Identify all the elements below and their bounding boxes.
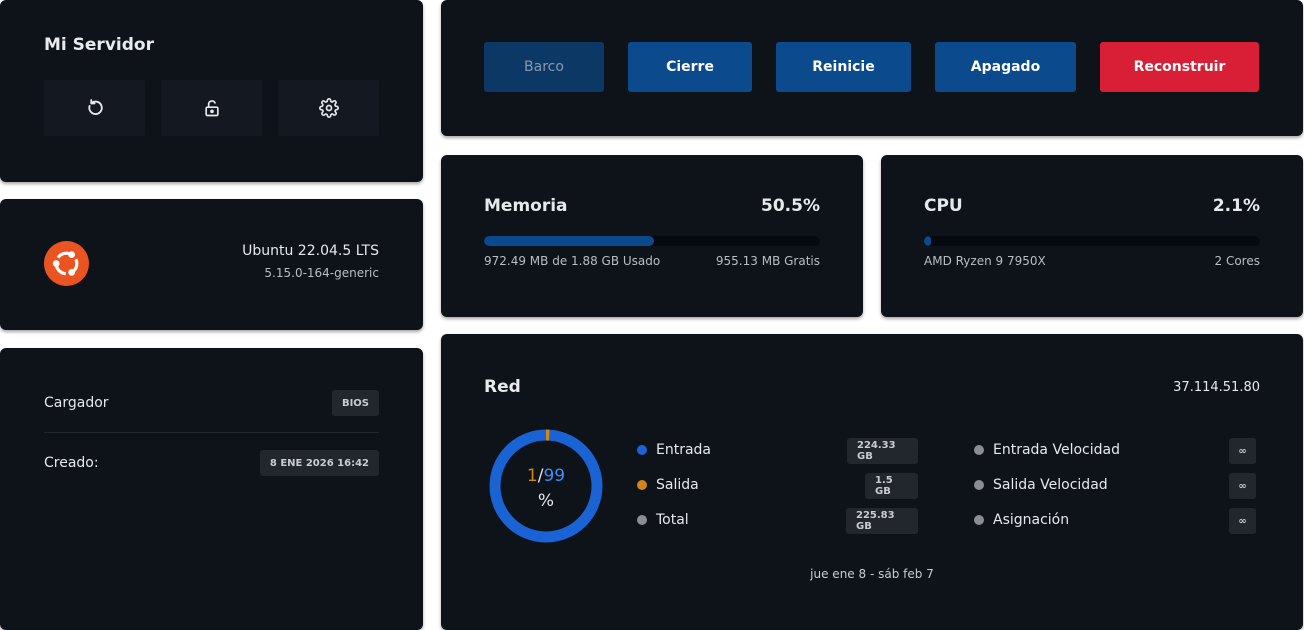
actions-card: Barco Cierre Reinicie Apagado Reconstrui… (441, 0, 1303, 136)
legend-label: Entrada Velocidad (993, 442, 1120, 458)
network-donut (489, 429, 603, 543)
rebuild-button[interactable]: Reconstruir (1100, 42, 1259, 92)
donut-ring (489, 429, 603, 543)
date-range: jue ene 8 - sáb feb 7 (810, 567, 934, 581)
restart-icon (87, 99, 103, 115)
entrada-velocidad-value: ∞ (1229, 438, 1256, 464)
cpu-card: CPU 2.1% AMD Ryzen 9 7950X 2 Cores (881, 155, 1303, 317)
legend-label: Asignación (993, 512, 1070, 528)
legend-label: Salida Velocidad (993, 477, 1108, 493)
legend-salida: Salida (637, 477, 699, 493)
legend-label: Entrada (656, 442, 712, 458)
ubuntu-logo-icon (44, 241, 89, 286)
legend-entrada: Entrada (637, 442, 711, 458)
donut-total: 99 (543, 466, 566, 486)
network-title: Red (484, 377, 521, 397)
memory-title: Memoria (484, 196, 568, 216)
donut-used: 1 (526, 466, 538, 486)
legend-label: Salida (656, 477, 699, 493)
asignacion-value: ∞ (1229, 508, 1256, 534)
memory-percent: 50.5% (761, 196, 820, 216)
memory-bar-fill (484, 236, 654, 246)
shutdown-button[interactable]: Apagado (935, 42, 1076, 92)
entrada-value: 224.33 GB (847, 438, 918, 464)
ship-button[interactable]: Barco (484, 42, 604, 92)
cpu-percent: 2.1% (1212, 196, 1260, 216)
memory-free: 955.13 MB Gratis (715, 254, 820, 268)
server-title: Mi Servidor (44, 35, 154, 55)
unlock-icon (204, 100, 219, 117)
loader-label: Cargador (44, 395, 109, 411)
os-card: Ubuntu 22.04.5 LTS 5.15.0-164-generic (0, 199, 423, 330)
cpu-cores: 2 Cores (1214, 254, 1260, 268)
legend-dot (974, 480, 984, 490)
legend-dot (974, 515, 984, 525)
legend-label: Total (656, 512, 689, 528)
boot-card: Cargador BIOS Creado: 8 ENE 2026 16:42 (0, 348, 423, 630)
salida-value: 1.5 GB (865, 473, 918, 499)
os-kernel: 5.15.0-164-generic (264, 266, 379, 280)
settings-button[interactable] (278, 80, 379, 136)
salida-velocidad-value: ∞ (1229, 473, 1256, 499)
cpu-model: AMD Ryzen 9 7950X (924, 254, 1046, 268)
os-name: Ubuntu 22.04.5 LTS (242, 243, 379, 259)
cpu-bar-fill (924, 236, 932, 246)
memory-card: Memoria 50.5% 972.49 MB de 1.88 GB Usado… (441, 155, 863, 317)
divider (44, 432, 379, 433)
restart-button[interactable] (44, 80, 145, 136)
legend-dot (637, 445, 647, 455)
legend-asignacion: Asignación (974, 512, 1069, 528)
server-card: Mi Servidor (0, 0, 423, 182)
cpu-title: CPU (924, 196, 963, 216)
legend-dot (637, 480, 647, 490)
legend-total: Total (637, 512, 689, 528)
cpu-bar (924, 236, 1260, 246)
total-value: 225.83 GB (846, 508, 918, 534)
legend-entrada-velocidad: Entrada Velocidad (974, 442, 1120, 458)
donut-unit: % (537, 491, 555, 511)
created-label: Creado: (44, 455, 99, 471)
network-ip: 37.114.51.80 (1173, 380, 1260, 395)
created-badge: 8 ENE 2026 16:42 (259, 450, 379, 476)
donut-value: 1/99 (488, 466, 604, 486)
unlock-button[interactable] (161, 80, 262, 136)
network-card: Red 37.114.51.80 1/99 % Entrada 224.33 G… (441, 334, 1303, 630)
memory-bar (484, 236, 820, 246)
legend-salida-velocidad: Salida Velocidad (974, 477, 1108, 493)
legend-dot (637, 515, 647, 525)
gear-icon (318, 98, 339, 118)
memory-used: 972.49 MB de 1.88 GB Usado (484, 254, 661, 268)
lock-button[interactable]: Cierre (628, 42, 752, 92)
loader-badge: BIOS (331, 390, 379, 416)
legend-dot (974, 445, 984, 455)
reboot-button[interactable]: Reinicie (776, 42, 911, 92)
